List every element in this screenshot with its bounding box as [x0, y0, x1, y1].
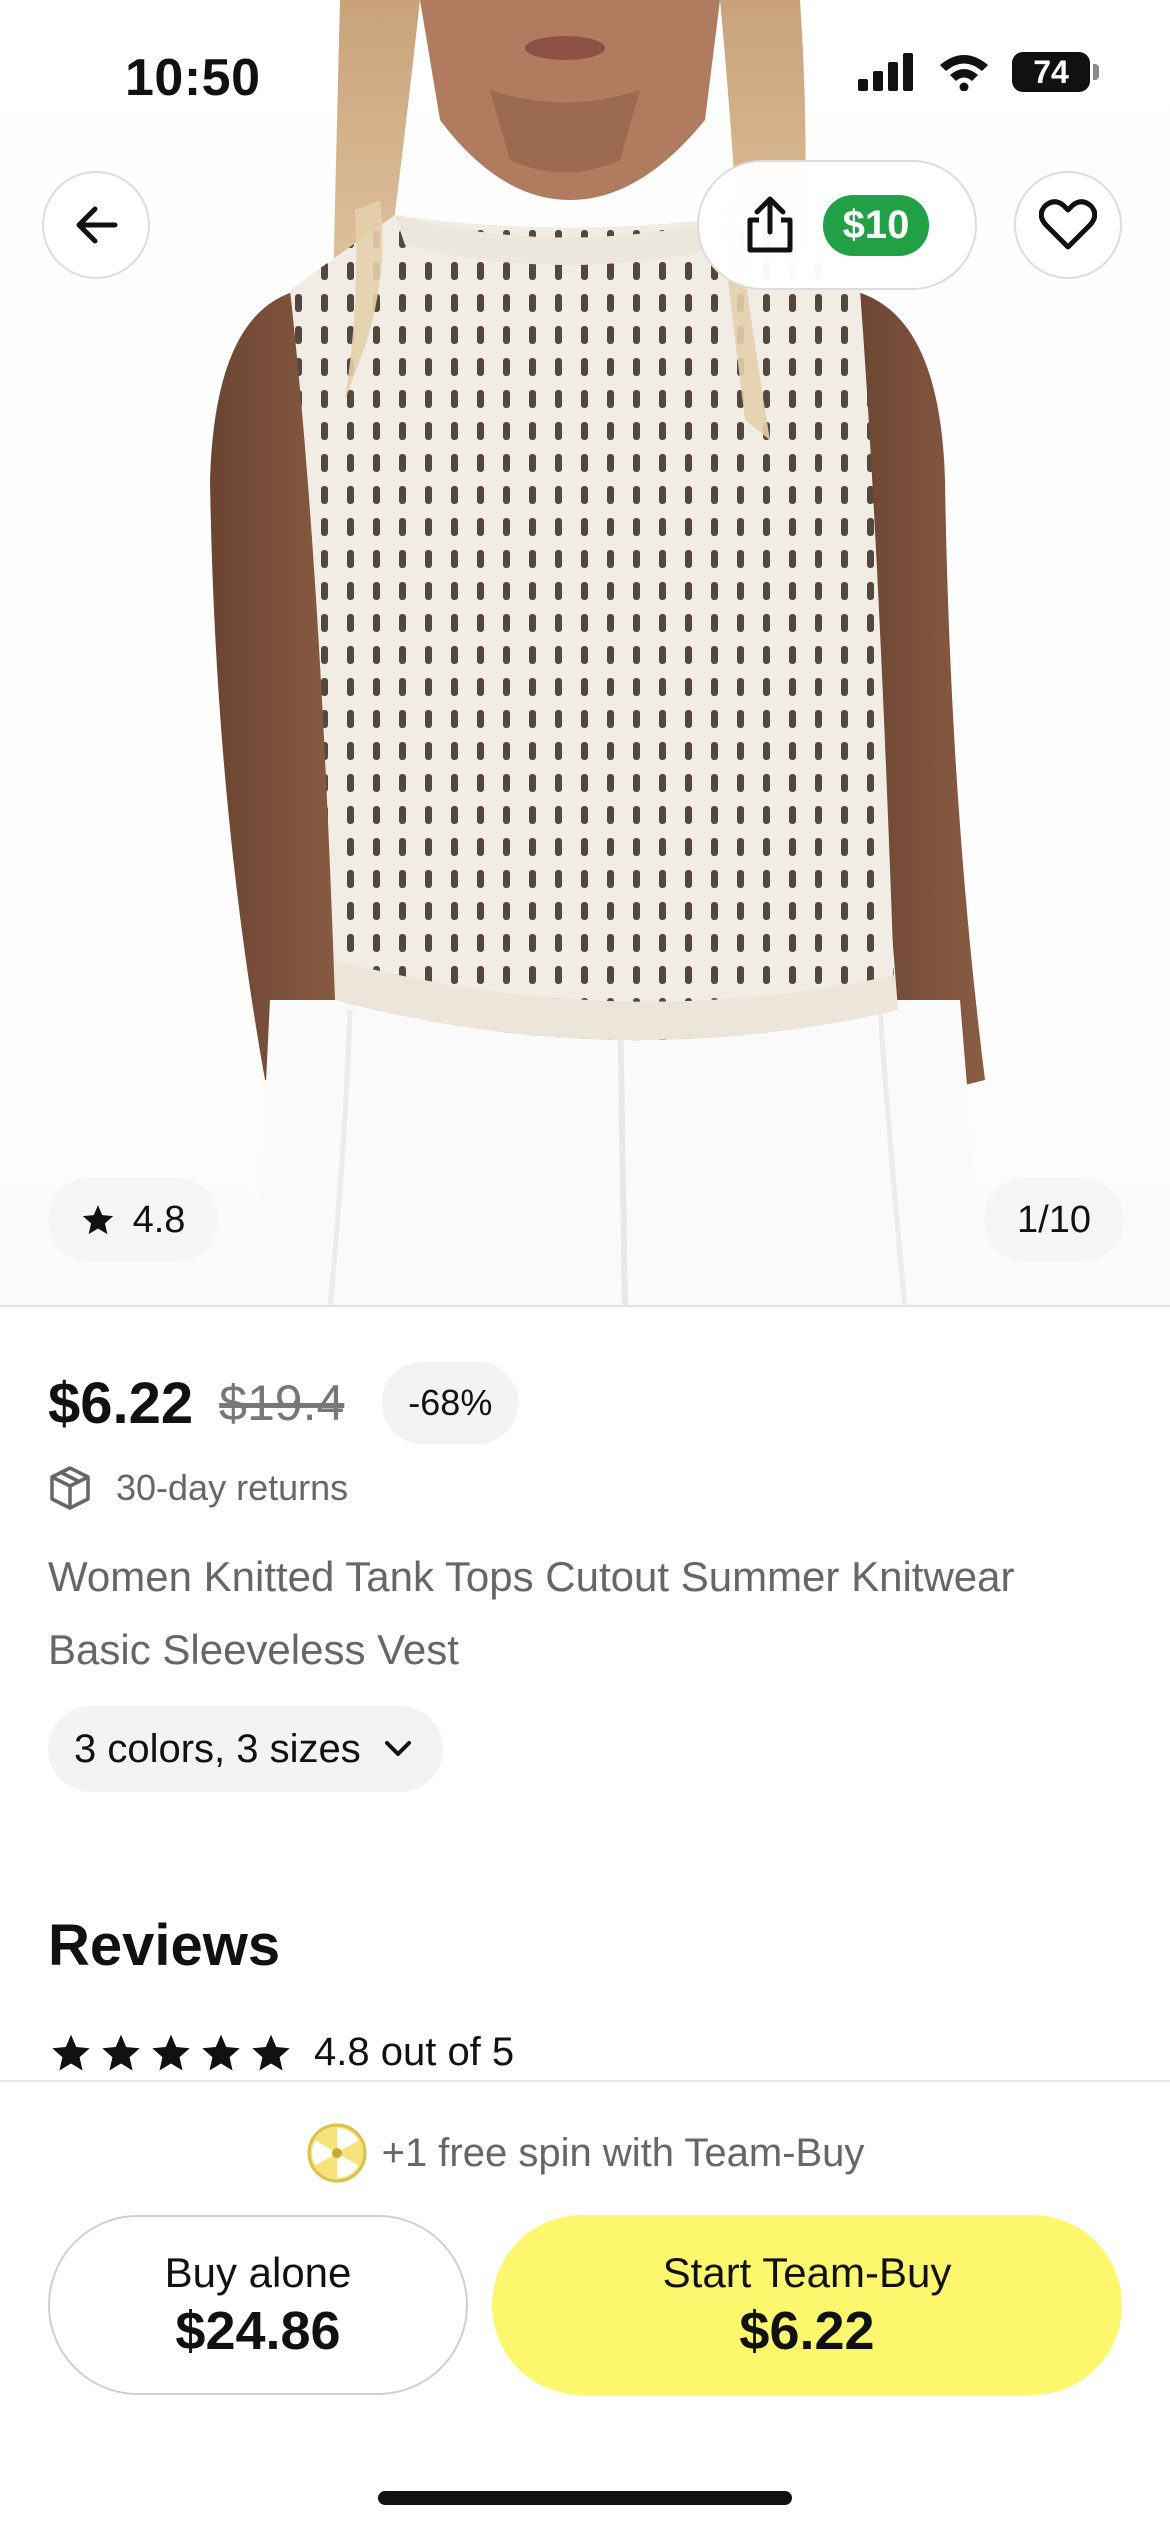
reviews-rating-summary[interactable]: 4.8 out of 5	[50, 2030, 514, 2075]
star-icon	[82, 1205, 113, 1235]
star-icon	[52, 2034, 90, 2070]
image-counter: 1/10	[984, 1178, 1124, 1262]
star-icon	[252, 2034, 290, 2070]
share-reward-badge: $10	[822, 194, 930, 256]
discount-badge: -68%	[382, 1362, 519, 1444]
star-icon	[202, 2034, 240, 2070]
original-price: $19.4	[219, 1375, 345, 1431]
star-icon	[102, 2034, 140, 2070]
status-icons: 74	[858, 52, 1099, 92]
status-time: 10:50	[125, 49, 261, 107]
spin-wheel-icon	[307, 2123, 367, 2183]
team-buy-price: $6.22	[739, 2301, 875, 2361]
back-button[interactable]	[42, 171, 150, 279]
product-title: Women Knitted Tank Tops Cutout Summer Kn…	[48, 1553, 1015, 1673]
chevron-down-icon	[384, 1741, 411, 1756]
arrow-left-icon	[76, 206, 118, 244]
team-buy-label: Start Team-Buy	[662, 2249, 952, 2296]
wifi-icon	[940, 55, 988, 91]
returns-info[interactable]: 30-day returns	[48, 1465, 348, 1511]
rating-chip: 4.8	[48, 1178, 218, 1262]
battery-icon: 74	[1012, 52, 1099, 92]
promo-text: +1 free spin with Team-Buy	[381, 2130, 865, 2175]
signal-icon	[858, 53, 913, 91]
heart-icon	[1039, 199, 1097, 250]
variant-selector[interactable]: 3 colors, 3 sizes	[48, 1706, 443, 1792]
price-row: $6.22 $19.4 -68%	[48, 1362, 519, 1444]
rating-summary-text: 4.8 out of 5	[314, 2030, 515, 2074]
current-price: $6.22	[48, 1370, 194, 1436]
team-buy-promo: +1 free spin with Team-Buy	[0, 2122, 1170, 2184]
reviews-heading: Reviews	[48, 1913, 281, 1978]
buy-alone-price: $24.86	[175, 2301, 341, 2361]
variant-label: 3 colors, 3 sizes	[74, 1726, 361, 1771]
returns-label: 30-day returns	[116, 1467, 349, 1508]
share-button[interactable]: $10	[697, 160, 977, 290]
star-icon	[152, 2034, 190, 2070]
product-image-gallery[interactable]: 10:50 74 $10 4.8 1/10	[0, 0, 1170, 1307]
buy-alone-button[interactable]: Buy alone $24.86	[48, 2215, 468, 2395]
buy-alone-label: Buy alone	[164, 2249, 352, 2296]
start-team-buy-button[interactable]: Start Team-Buy $6.22	[492, 2215, 1122, 2395]
package-icon	[50, 1466, 90, 1510]
rating-value: 4.8	[132, 1198, 186, 1241]
bottom-action-bar: +1 free spin with Team-Buy Buy alone $24…	[0, 2080, 1170, 2532]
home-indicator[interactable]	[378, 2491, 792, 2505]
share-icon	[747, 196, 793, 253]
favorite-button[interactable]	[1014, 171, 1122, 279]
product-photo	[210, 0, 985, 1305]
